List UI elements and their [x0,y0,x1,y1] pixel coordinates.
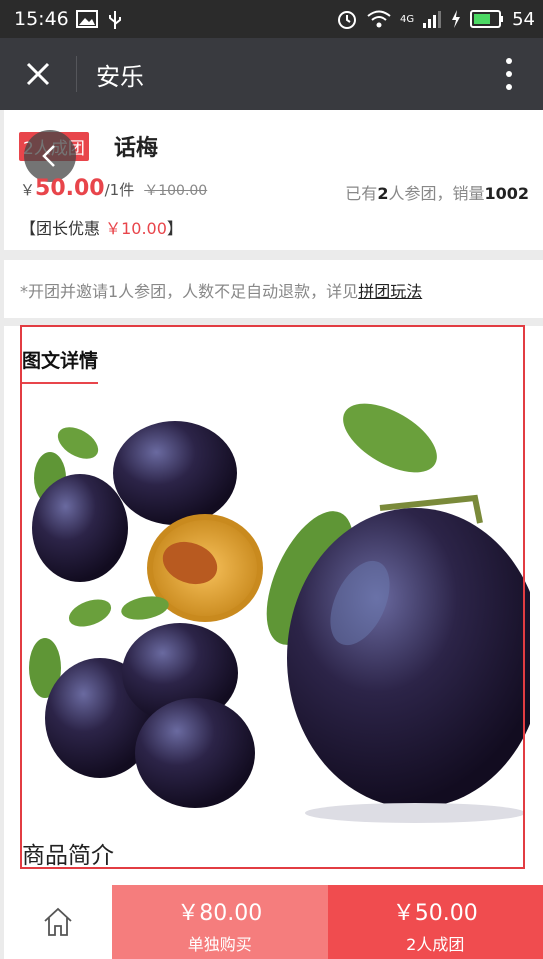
network-type: 4G [399,13,415,25]
group-buy-price: ￥50.00 [392,901,478,926]
group-buy-label: 2人成团 [406,935,465,954]
close-icon[interactable] [22,58,54,90]
solo-price: ￥80.00 [177,901,263,926]
wifi-icon [367,10,391,28]
leader-label: 【团长优惠 [20,219,106,238]
titlebar-divider [76,56,77,92]
bottom-action-bar: ￥80.00 单独购买 ￥50.00 2人成团 [4,885,543,959]
leader-discount: 【团长优惠 ￥10.00】 [20,215,183,239]
sales-info: 已有2人参团，销量1002 [345,180,529,204]
leader-label-close: 】 [166,219,183,238]
product-name: 话梅 [114,136,159,161]
leader-discount-value: ￥10.00 [105,219,167,238]
status-right: 4G 54 [336,8,535,30]
back-button[interactable] [24,130,76,182]
signal-icon [423,11,442,28]
solo-label: 单独购买 [187,935,252,954]
battery-icon [470,10,504,28]
status-time: 15:46 [14,8,69,30]
sales-count: 1002 [484,184,529,203]
buy-alone-button[interactable]: ￥80.00 单独购买 [112,885,328,959]
group-price: 50.00 [35,176,105,201]
home-icon [44,907,72,936]
original-price: ￥100.00 [144,183,208,199]
more-options-icon[interactable] [505,56,513,92]
product-info-card: 2人成团 话梅 ￥50.00/1件￥100.00 已有2人参团，销量1002 【… [4,110,543,250]
group-buy-button[interactable]: ￥50.00 2人成团 [327,885,543,959]
rule-link[interactable]: 拼团玩法 [358,282,422,301]
price-row: ￥50.00/1件 ￥100.00 [20,176,207,201]
group-rule: *开团并邀请1人参团，人数不足自动退款，详见拼团玩法 [4,260,543,318]
home-button[interactable] [4,885,112,959]
joined-count: 2 [377,184,389,203]
usb-icon [109,11,121,29]
battery-level: 54 [512,8,535,30]
joined-suffix: 人参团，销量 [388,184,485,203]
selection-highlight-box [20,325,525,869]
price-currency: ￥ [20,181,36,199]
chevron-left-icon [42,145,55,167]
price-unit: /1件 [104,181,135,199]
page-title: 安乐 [96,63,144,91]
gallery-icon [76,10,98,28]
status-bar: 15:46 4G 54 [0,0,543,38]
joined-prefix: 已有 [345,184,378,203]
alarm-icon [337,11,356,29]
charging-icon [452,10,461,28]
title-bar: 安乐 [0,38,543,110]
rule-text: *开团并邀请1人参团，人数不足自动退款，详见 [20,282,359,301]
